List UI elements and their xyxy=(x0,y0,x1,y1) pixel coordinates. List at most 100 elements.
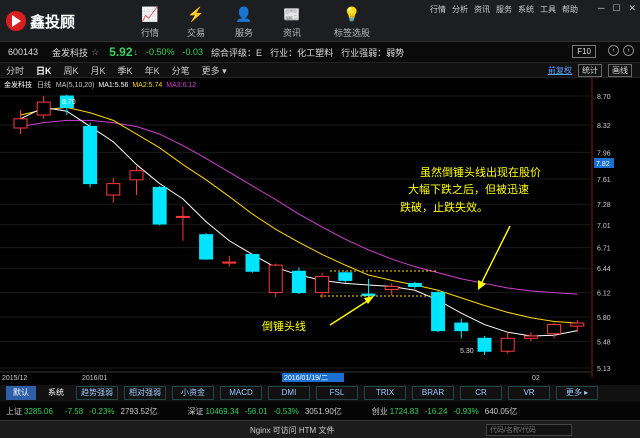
tab-monthly-k[interactable]: 月K xyxy=(91,64,106,77)
stock-name[interactable]: 金发科技 xyxy=(52,46,88,59)
ind-cr[interactable]: CR xyxy=(460,386,502,400)
trade-icon: ⚡ xyxy=(187,6,205,22)
candle-up xyxy=(268,264,283,294)
stats-button[interactable]: 统计 xyxy=(578,64,602,77)
legend-period: 日线 xyxy=(36,82,51,89)
star-icon[interactable]: ☆ xyxy=(91,47,99,58)
menu-system[interactable]: 系统 xyxy=(518,4,534,15)
candle-down xyxy=(477,337,492,352)
menu-service[interactable]: 服务 xyxy=(496,4,512,15)
sz-value: 10469.34 xyxy=(205,406,239,416)
candle-down xyxy=(152,186,167,225)
cy-percent: -0.93% xyxy=(453,406,479,416)
minimize-icon[interactable]: ─ xyxy=(598,3,604,14)
status-bar: Nginx 可访问 HTM 文件 xyxy=(0,420,640,438)
ind-relative-strength[interactable]: 相对强弱 xyxy=(124,386,166,400)
stock-code: 600143 xyxy=(8,47,39,57)
search-input[interactable] xyxy=(486,424,572,436)
ind-trend-strength[interactable]: 趋势强弱 xyxy=(76,386,118,400)
brand-logo[interactable]: 鑫投顾 xyxy=(6,10,75,32)
candle-up xyxy=(523,335,538,339)
nav-service[interactable]: 👤 服务 xyxy=(224,6,264,39)
ind-fsl[interactable]: FSL xyxy=(316,386,358,400)
kline-chart[interactable]: 8.70 8.32 7.96 7.61 7.28 7.01 6.71 6.44 6.12 5.80… xyxy=(0,78,640,385)
top-price-label: 8.70 xyxy=(62,99,76,106)
candle-down xyxy=(291,270,306,294)
top-bar: 鑫投顾 📈 行情 ⚡ 交易 👤 服务 📰 资讯 💡 标签选股 行情 分析 资讯 服务 系统… xyxy=(0,0,640,42)
maximize-icon[interactable]: ☐ xyxy=(612,3,620,14)
legend-ma3: MA3:6.12 xyxy=(166,82,197,89)
ind-trix[interactable]: TRIX xyxy=(364,386,406,400)
nav-news[interactable]: 📰 资讯 xyxy=(272,6,312,39)
candle-down xyxy=(83,125,98,185)
close-icon[interactable]: ✕ xyxy=(628,3,636,14)
y-tick-label: 5.13 xyxy=(597,366,611,373)
y-tick-label: 8.70 xyxy=(597,94,611,101)
ind-dmi[interactable]: DMI xyxy=(268,386,310,400)
y-tick-label: 7.61 xyxy=(597,177,611,184)
industry-strength: 行业强弱：弱势 xyxy=(341,47,405,58)
note-line-2: 大幅下跌之后，但被迅速 xyxy=(408,182,529,196)
chevron-left-icon[interactable]: ‹ xyxy=(608,45,619,56)
default-button[interactable]: 默认 xyxy=(6,386,36,400)
nav-market[interactable]: 📈 行情 xyxy=(130,6,170,39)
cy-value: 1724.83 xyxy=(389,406,419,416)
menu-news[interactable]: 资讯 xyxy=(474,4,490,15)
candle-up xyxy=(13,118,28,129)
y-tick-label: 5.48 xyxy=(597,339,611,346)
chart-line-icon: 📈 xyxy=(141,6,159,22)
tab-more[interactable]: 更多 ▾ xyxy=(202,64,227,77)
candle-down xyxy=(338,272,353,281)
menu-market[interactable]: 行情 xyxy=(430,4,446,15)
menu-tools[interactable]: 工具 xyxy=(540,4,556,15)
y-tick-label: 6.12 xyxy=(597,291,611,298)
f10-button[interactable]: F10 xyxy=(572,45,596,58)
menu-analysis[interactable]: 分析 xyxy=(452,4,468,15)
sh-change: -7.58 xyxy=(64,406,84,416)
tab-weekly-k[interactable]: 周K xyxy=(64,64,79,77)
quote-bar: 600143 金发科技 ☆ 5.92 ↓ -0.50% -0.03 综合评级：E… xyxy=(0,43,640,61)
ind-more[interactable]: 更多 ▸ xyxy=(556,386,598,400)
tab-yearly-k[interactable]: 年K xyxy=(145,64,160,77)
candle-up xyxy=(570,322,585,327)
nav-tag-stock-picker[interactable]: 💡 标签选股 xyxy=(328,6,376,39)
tab-daily-k[interactable]: 日K xyxy=(36,64,52,77)
y-tick-label: 6.71 xyxy=(597,246,611,253)
note-line-1: 虽然倒锤头线出现在股价 xyxy=(420,165,541,179)
chart-legend: 金发科技 日线 MA(5,10,20) MA1:5.56 MA2:5.74 MA… xyxy=(4,80,196,90)
ind-vr[interactable]: VR xyxy=(508,386,550,400)
cursor-date: 2016/01/19/二 xyxy=(284,375,328,382)
sz-change: -56.01 xyxy=(244,406,268,416)
candle-up xyxy=(547,324,562,335)
ind-small-funds[interactable]: 小资金 xyxy=(172,386,214,400)
y-tick-label: 7.01 xyxy=(597,223,611,230)
draw-button[interactable]: 画线 xyxy=(608,64,632,77)
last-price-value: 7.82 xyxy=(596,161,610,168)
down-arrow-icon: ↓ xyxy=(133,47,139,57)
legend-ma1: MA1:5.56 xyxy=(98,82,129,89)
candle-down xyxy=(245,253,260,272)
tab-quarterly-k[interactable]: 季K xyxy=(118,64,133,77)
change-percent: -0.50% xyxy=(146,47,175,57)
rating: 综合评级：E xyxy=(211,47,263,58)
time-label-1: 2015/12 xyxy=(2,375,27,382)
menu-help[interactable]: 帮助 xyxy=(562,4,578,15)
ind-macd[interactable]: MACD xyxy=(220,386,262,400)
low-price-label: 5.30 xyxy=(460,348,474,355)
tab-intraday[interactable]: 分时 xyxy=(6,64,24,77)
y-tick-label: 7.28 xyxy=(597,202,611,209)
hammer-label: 倒锤头线 xyxy=(262,319,306,333)
candle-up xyxy=(500,337,515,352)
adjust-dropdown[interactable]: 前复权 xyxy=(548,65,572,76)
chevron-right-icon[interactable]: › xyxy=(623,45,634,56)
candle-up xyxy=(315,276,330,294)
legend-ma-params: MA(5,10,20) xyxy=(55,82,95,89)
nav-trade[interactable]: ⚡ 交易 xyxy=(176,6,216,39)
ind-brar[interactable]: BRAR xyxy=(412,386,454,400)
sz-label: 深证 xyxy=(187,406,204,416)
cy-change: -16.24 xyxy=(424,406,448,416)
top-menu: 行情 分析 资讯 服务 系统 工具 帮助 xyxy=(430,4,578,15)
tab-tick[interactable]: 分笔 xyxy=(172,64,190,77)
system-button[interactable]: 系统 xyxy=(42,387,70,399)
candle-down xyxy=(454,322,469,332)
